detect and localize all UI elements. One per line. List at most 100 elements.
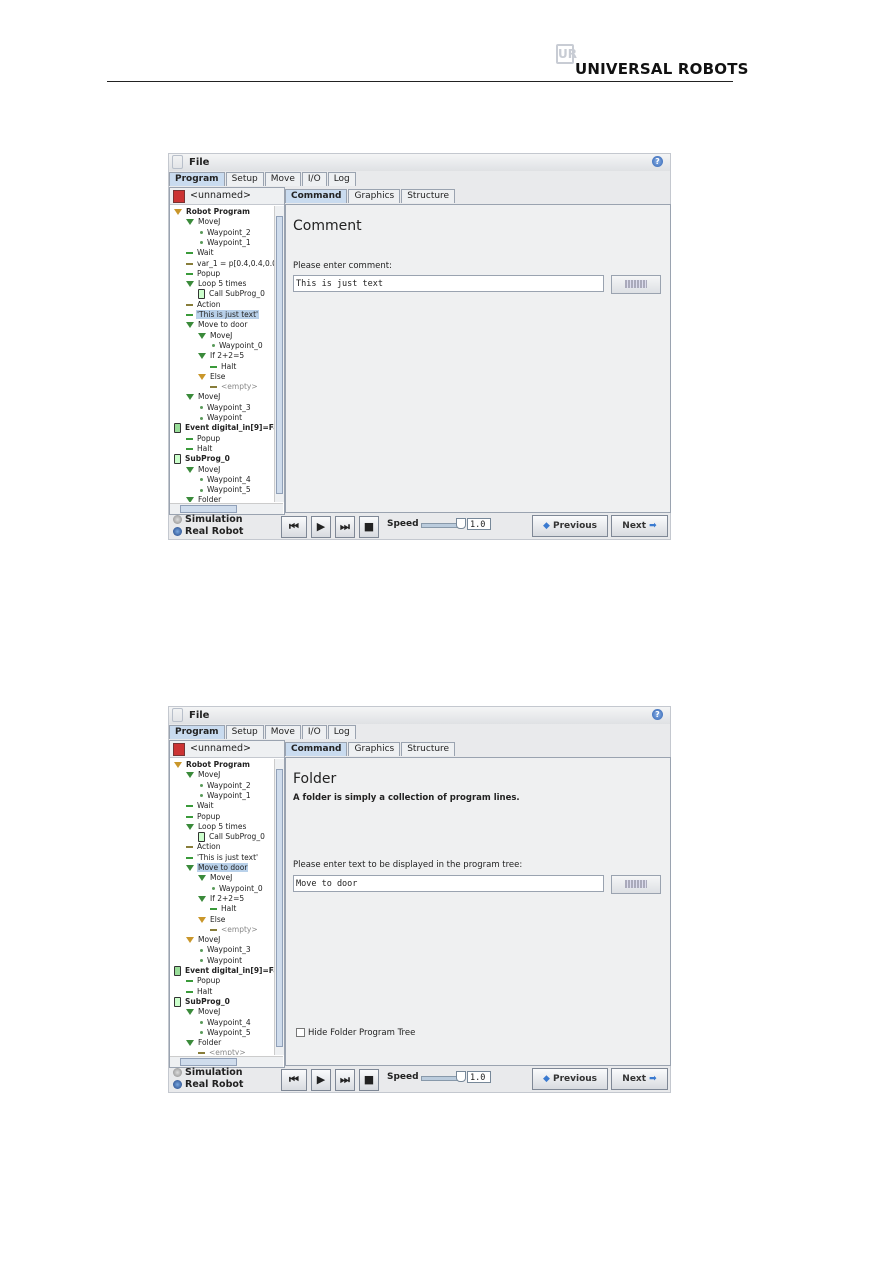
hide-folder-checkbox[interactable]: Hide Folder Program Tree <box>296 1028 415 1038</box>
text-input[interactable]: This is just text <box>293 275 604 292</box>
tab-io[interactable]: I/O <box>301 172 327 186</box>
tree-node[interactable]: <empty> <box>210 925 259 935</box>
mode-real-robot[interactable]: Real Robot <box>173 1079 243 1090</box>
tree-node[interactable]: Folder <box>186 495 222 502</box>
tree-node[interactable]: <empty> <box>198 1048 247 1055</box>
tree-node[interactable]: Loop 5 times <box>186 279 247 289</box>
play-button[interactable]: ▶ <box>311 1069 331 1091</box>
tree-node[interactable]: Move to door <box>186 320 248 330</box>
tree-node[interactable]: Waypoint_4 <box>198 475 252 485</box>
tree-node[interactable]: <empty> <box>210 382 259 392</box>
tree-node[interactable]: Waypoint_4 <box>198 1018 252 1028</box>
save-icon[interactable] <box>173 743 185 756</box>
tree-node[interactable]: If 2+2=5 <box>198 894 245 904</box>
mode-simulation[interactable]: Simulation <box>173 1067 243 1078</box>
tab-move[interactable]: Move <box>264 725 301 739</box>
speed-slider-handle[interactable] <box>456 518 466 529</box>
tab-log[interactable]: Log <box>327 172 356 186</box>
tab-program[interactable]: Program <box>169 172 225 186</box>
horizontal-scrollbar[interactable] <box>170 503 283 514</box>
tab-program[interactable]: Program <box>169 725 225 739</box>
tree-node[interactable]: SubProg_0 <box>174 454 231 465</box>
next-button[interactable]: Next ➡ <box>611 515 668 537</box>
tree-node[interactable]: Waypoint_0 <box>210 341 264 351</box>
tree-node[interactable]: Popup <box>186 812 221 822</box>
stop-button[interactable]: ■ <box>359 516 379 538</box>
tree-node[interactable]: Waypoint_3 <box>198 945 252 955</box>
tree-node[interactable]: MoveJ <box>186 770 221 780</box>
tree-node[interactable]: Popup <box>186 269 221 279</box>
stop-button[interactable]: ■ <box>359 1069 379 1091</box>
play-button[interactable]: ▶ <box>311 516 331 538</box>
step-button[interactable]: ⏭ <box>335 516 355 538</box>
speed-value[interactable]: 1.0 <box>467 1071 491 1083</box>
tree-node[interactable]: Waypoint_1 <box>198 238 252 248</box>
tree-node[interactable]: 'This is just text' <box>186 310 260 320</box>
tree-node[interactable]: Call SubProg_0 <box>198 832 266 843</box>
speed-value[interactable]: 1.0 <box>467 518 491 530</box>
tree-node[interactable]: MoveJ <box>186 392 221 402</box>
tree-node[interactable]: MoveJ <box>186 465 221 475</box>
tree-node[interactable]: Waypoint_5 <box>198 1028 252 1038</box>
speed-slider-handle[interactable] <box>456 1071 466 1082</box>
tree-node[interactable]: Robot Program <box>174 207 251 217</box>
mode-real-robot[interactable]: Real Robot <box>173 526 243 537</box>
tree-node[interactable]: Waypoint_2 <box>198 228 252 238</box>
tab-structure[interactable]: Structure <box>401 742 456 756</box>
previous-button[interactable]: ◆ Previous <box>532 1068 608 1090</box>
horizontal-scrollbar[interactable] <box>170 1056 283 1067</box>
tree-node[interactable]: Popup <box>186 434 221 444</box>
tree-node[interactable]: Wait <box>186 801 215 811</box>
tree-node[interactable]: Halt <box>210 904 237 914</box>
tree-node[interactable]: Move to door <box>186 863 249 873</box>
tree-node[interactable]: MoveJ <box>186 935 221 945</box>
tree-node[interactable]: Waypoint_5 <box>198 485 252 495</box>
tab-setup[interactable]: Setup <box>225 725 264 739</box>
tab-graphics[interactable]: Graphics <box>348 189 401 203</box>
tab-command[interactable]: Command <box>285 742 348 756</box>
tree-node[interactable]: Waypoint_0 <box>210 884 264 894</box>
keyboard-button[interactable] <box>611 875 661 894</box>
vertical-scrollbar[interactable] <box>274 759 284 1055</box>
keyboard-button[interactable] <box>611 275 661 294</box>
tree-node[interactable]: Waypoint_3 <box>198 403 252 413</box>
tree-node[interactable]: Event digital_in[9]=Fals <box>174 966 274 976</box>
tree-node[interactable]: Wait <box>186 248 215 258</box>
vertical-scrollbar[interactable] <box>274 206 284 502</box>
tree-node[interactable]: MoveJ <box>186 217 221 227</box>
tree-node[interactable]: Halt <box>186 444 213 454</box>
tree-node[interactable]: Halt <box>186 987 213 997</box>
tree-node[interactable]: SubProg_0 <box>174 996 231 1007</box>
tree-node[interactable]: Waypoint <box>198 956 243 966</box>
step-button[interactable]: ⏭ <box>335 1069 355 1091</box>
tab-setup[interactable]: Setup <box>225 172 264 186</box>
tree-node[interactable]: Waypoint_2 <box>198 781 252 791</box>
tree-node[interactable]: MoveJ <box>198 331 233 341</box>
text-input[interactable]: Move to door <box>293 875 604 892</box>
file-menu[interactable]: File <box>189 710 209 721</box>
tree-node[interactable]: Call SubProg_0 <box>198 289 266 300</box>
tree-node[interactable]: MoveJ <box>186 1007 221 1017</box>
rewind-button[interactable]: ⏮ <box>281 516 307 538</box>
rewind-button[interactable]: ⏮ <box>281 1069 307 1091</box>
tree-node[interactable]: If 2+2=5 <box>198 351 245 361</box>
help-icon[interactable]: ? <box>652 156 663 167</box>
previous-button[interactable]: ◆ Previous <box>532 515 608 537</box>
tree-node[interactable]: Halt <box>210 362 237 372</box>
tree-node[interactable]: Action <box>186 842 222 852</box>
file-menu[interactable]: File <box>189 157 209 168</box>
next-button[interactable]: Next ➡ <box>611 1068 668 1090</box>
tree-node[interactable]: MoveJ <box>198 873 233 883</box>
tree-node[interactable]: Robot Program <box>174 760 251 770</box>
tree-node[interactable]: var_1 = p[0.4,0.4,0.0 <box>186 259 274 269</box>
tree-node[interactable]: Action <box>186 300 222 310</box>
tab-move[interactable]: Move <box>264 172 301 186</box>
tree-node[interactable]: Else <box>198 915 226 925</box>
save-icon[interactable] <box>173 190 185 203</box>
tree-node[interactable]: Waypoint_1 <box>198 791 252 801</box>
tree-node[interactable]: Else <box>198 372 226 382</box>
tree-node[interactable]: Waypoint <box>198 413 243 423</box>
mode-simulation[interactable]: Simulation <box>173 514 243 525</box>
help-icon[interactable]: ? <box>652 709 663 720</box>
tree-node[interactable]: Popup <box>186 976 221 986</box>
